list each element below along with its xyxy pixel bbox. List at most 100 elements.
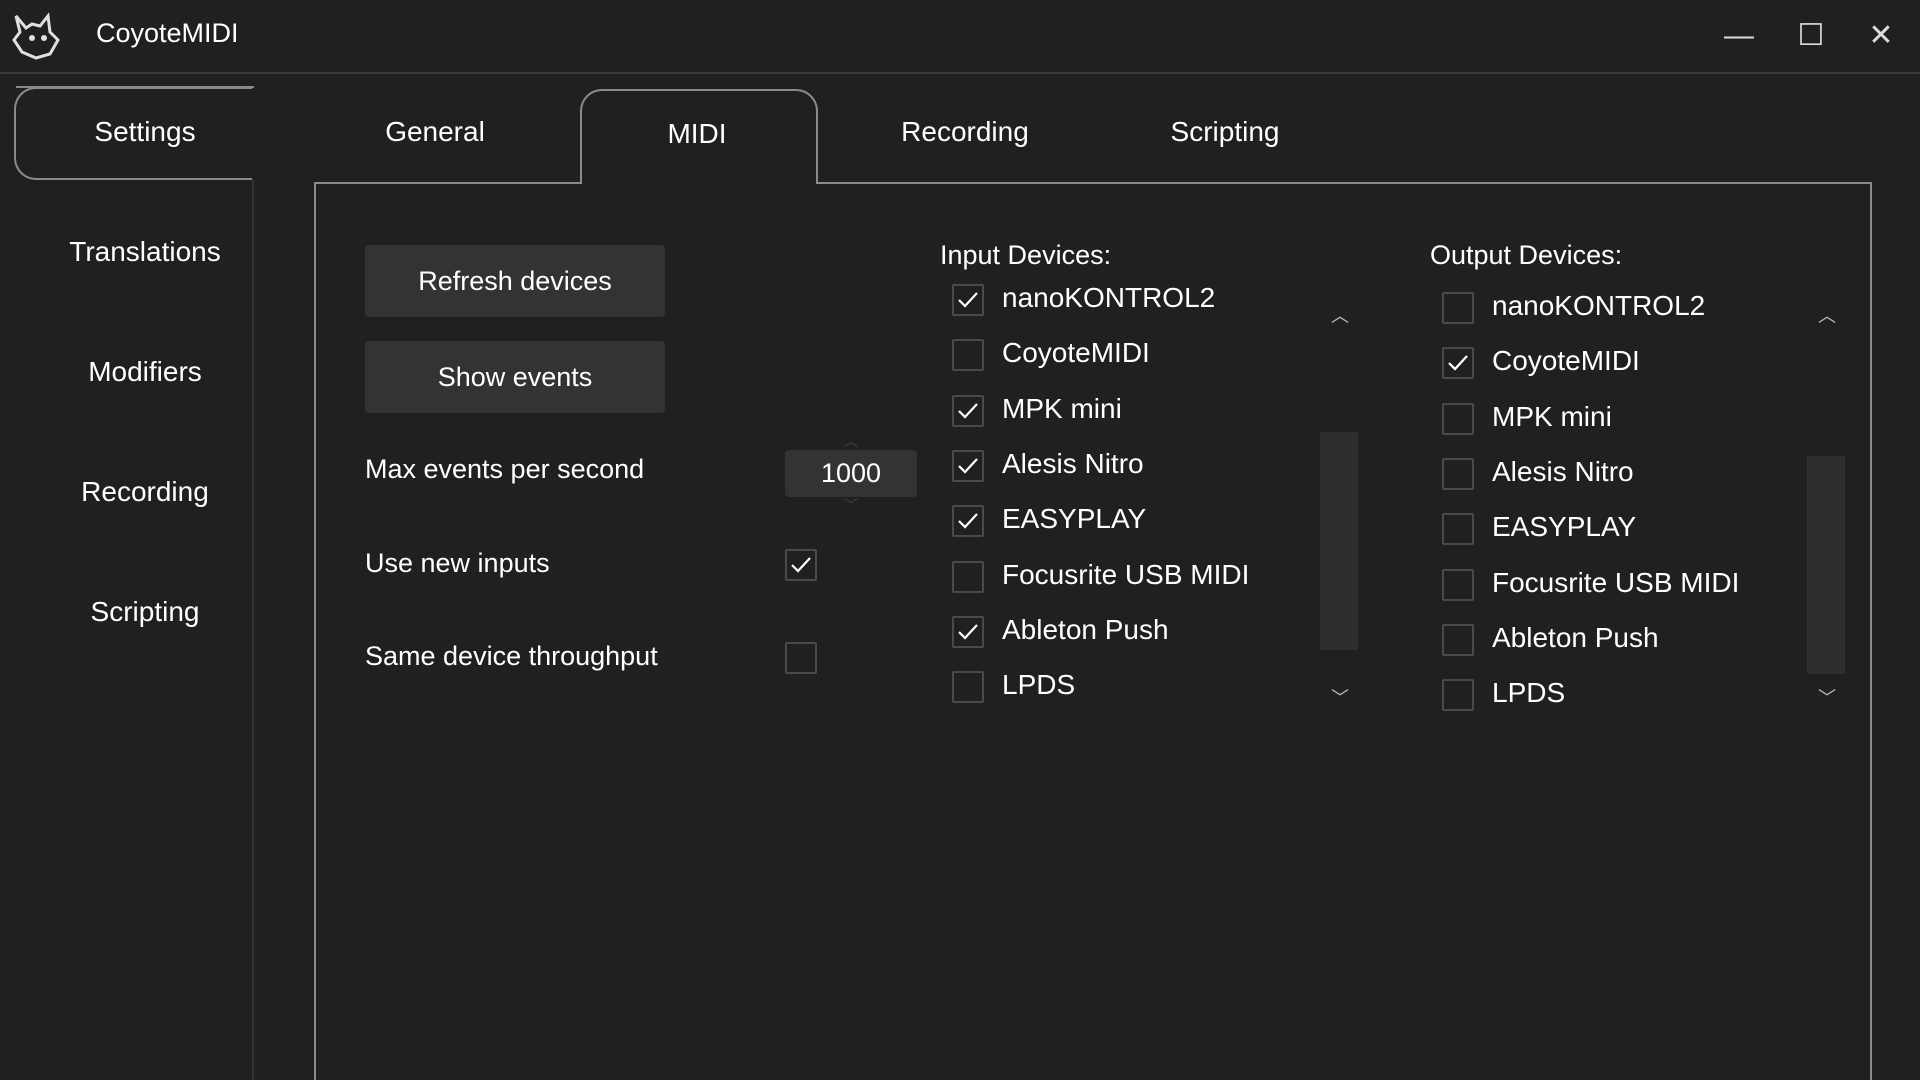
input-device-checkbox[interactable]: [952, 505, 984, 538]
sidebar-item-recording[interactable]: Recording: [14, 476, 276, 508]
input-device-label: EASYPLAY: [1002, 503, 1147, 535]
output-device-row[interactable]: Alesis Nitro: [1442, 455, 1802, 502]
panel-border-top-left: [314, 182, 582, 184]
output-scrollbar-thumb[interactable]: [1807, 456, 1845, 674]
input-device-label: Focusrite USB MIDI: [1002, 558, 1250, 590]
input-scroll-up-icon[interactable]: ︿: [1325, 302, 1355, 326]
checkmark-icon: [958, 513, 978, 529]
tab-midi[interactable]: MIDI: [612, 118, 782, 150]
input-device-checkbox[interactable]: [952, 394, 984, 427]
input-device-label: Ableton Push: [1002, 613, 1169, 645]
checkmark-icon: [791, 557, 811, 573]
spin-up-icon[interactable]: ︿: [838, 434, 864, 448]
sidebar-header-label: Settings: [94, 116, 196, 147]
output-device-label: nanoKONTROL2: [1492, 290, 1706, 321]
input-device-checkbox[interactable]: [952, 560, 984, 593]
input-device-checkbox[interactable]: [952, 284, 984, 316]
input-device-label: Alesis Nitro: [1002, 447, 1144, 479]
sidebar-item-translations[interactable]: Translations: [14, 236, 276, 268]
output-scroll-up-icon[interactable]: ︿: [1812, 302, 1842, 326]
output-device-checkbox[interactable]: [1442, 513, 1474, 546]
sidebar-item-modifiers[interactable]: Modifiers: [14, 356, 276, 388]
output-device-list[interactable]: nanoKONTROL2 CoyoteMIDI MPK mini Alesis Nit…: [1442, 290, 1802, 723]
checkmark-icon: [958, 292, 978, 308]
output-device-label: EASYPLAY: [1492, 511, 1637, 543]
tab-scripting[interactable]: Scripting: [1140, 116, 1310, 148]
output-device-row[interactable]: nanoKONTROL2: [1442, 290, 1802, 336]
output-device-row[interactable]: LPDS: [1442, 677, 1802, 723]
window-title: CoyoteMIDI: [96, 18, 239, 48]
input-device-checkbox[interactable]: [952, 615, 984, 648]
input-device-row[interactable]: Alesis Nitro: [952, 447, 1312, 494]
input-device-label: CoyoteMIDI: [1002, 337, 1150, 369]
sidebar-notch: [16, 74, 254, 88]
panel-border-left: [314, 182, 316, 1080]
input-device-row[interactable]: nanoKONTROL2: [952, 282, 1312, 328]
input-device-row[interactable]: Ableton Push: [952, 613, 1312, 660]
use-new-inputs-checkbox[interactable]: [785, 549, 817, 581]
output-device-checkbox[interactable]: [1442, 402, 1474, 435]
input-device-label: nanoKONTROL2: [1002, 282, 1216, 313]
checkmark-icon: [958, 458, 978, 474]
output-device-checkbox[interactable]: [1442, 623, 1474, 656]
minimize-icon: —: [1724, 19, 1754, 52]
panel-border-top-right: [816, 182, 1872, 184]
sidebar-item-scripting[interactable]: Scripting: [14, 596, 276, 628]
max-events-input[interactable]: 1000: [785, 450, 917, 497]
output-device-checkbox[interactable]: [1442, 292, 1474, 324]
output-device-label: MPK mini: [1492, 400, 1612, 432]
output-device-row[interactable]: Focusrite USB MIDI: [1442, 566, 1802, 613]
input-device-label: MPK mini: [1002, 392, 1122, 424]
input-device-checkbox[interactable]: [952, 339, 984, 372]
input-device-label: LPDS: [1002, 669, 1076, 701]
output-device-label: CoyoteMIDI: [1492, 345, 1640, 377]
spin-down-icon[interactable]: ﹀: [838, 498, 864, 512]
input-device-row[interactable]: Focusrite USB MIDI: [952, 558, 1312, 605]
output-device-label: Focusrite USB MIDI: [1492, 566, 1740, 598]
output-device-row[interactable]: CoyoteMIDI: [1442, 345, 1802, 391]
input-device-checkbox[interactable]: [952, 671, 984, 704]
input-device-list[interactable]: nanoKONTROL2 CoyoteMIDI MPK mini Alesis Nit…: [952, 282, 1312, 715]
checkmark-icon: [958, 624, 978, 640]
show-events-button[interactable]: Show events: [365, 341, 665, 413]
checkmark-icon: [1448, 355, 1468, 371]
tab-general[interactable]: General: [350, 116, 520, 148]
output-device-checkbox[interactable]: [1442, 679, 1474, 712]
output-device-checkbox[interactable]: [1442, 347, 1474, 380]
panel-border-right: [1870, 182, 1872, 1080]
close-button[interactable]: ✕: [1856, 12, 1906, 60]
close-icon: ✕: [1868, 19, 1894, 52]
tab-recording[interactable]: Recording: [880, 116, 1050, 148]
title-bar-divider: [0, 72, 1920, 74]
output-device-label: Ableton Push: [1492, 621, 1659, 653]
maximize-icon: ☐: [1797, 19, 1825, 52]
output-device-row[interactable]: EASYPLAY: [1442, 511, 1802, 557]
title-bar: [0, 0, 1920, 72]
input-scroll-down-icon[interactable]: ﹀: [1325, 684, 1355, 708]
coyote-logo-icon: [10, 10, 62, 62]
input-device-row[interactable]: MPK mini: [952, 392, 1312, 439]
output-scroll-down-icon[interactable]: ﹀: [1812, 684, 1842, 708]
input-device-row[interactable]: CoyoteMIDI: [952, 337, 1312, 383]
output-device-label: LPDS: [1492, 677, 1566, 709]
refresh-devices-button[interactable]: Refresh devices: [365, 245, 665, 317]
output-device-checkbox[interactable]: [1442, 457, 1474, 490]
input-device-checkbox[interactable]: [952, 449, 984, 482]
output-device-label: Alesis Nitro: [1492, 455, 1634, 487]
input-device-row[interactable]: EASYPLAY: [952, 503, 1312, 549]
input-device-row[interactable]: LPDS: [952, 669, 1312, 715]
use-new-inputs-label: Use new inputs: [365, 548, 550, 578]
output-devices-header: Output Devices:: [1430, 240, 1623, 270]
output-device-row[interactable]: Ableton Push: [1442, 621, 1802, 668]
checkmark-icon: [958, 402, 978, 419]
same-device-throughput-checkbox[interactable]: [785, 642, 817, 674]
same-device-throughput-label: Same device throughput: [365, 641, 658, 671]
maximize-button[interactable]: ☐: [1786, 12, 1836, 60]
input-scrollbar-thumb[interactable]: [1320, 432, 1358, 650]
input-devices-header: Input Devices:: [940, 240, 1112, 270]
sidebar-divider: [252, 180, 254, 1080]
minimize-button[interactable]: —: [1714, 12, 1764, 60]
max-events-label: Max events per second: [365, 454, 645, 484]
output-device-row[interactable]: MPK mini: [1442, 400, 1802, 447]
output-device-checkbox[interactable]: [1442, 568, 1474, 601]
